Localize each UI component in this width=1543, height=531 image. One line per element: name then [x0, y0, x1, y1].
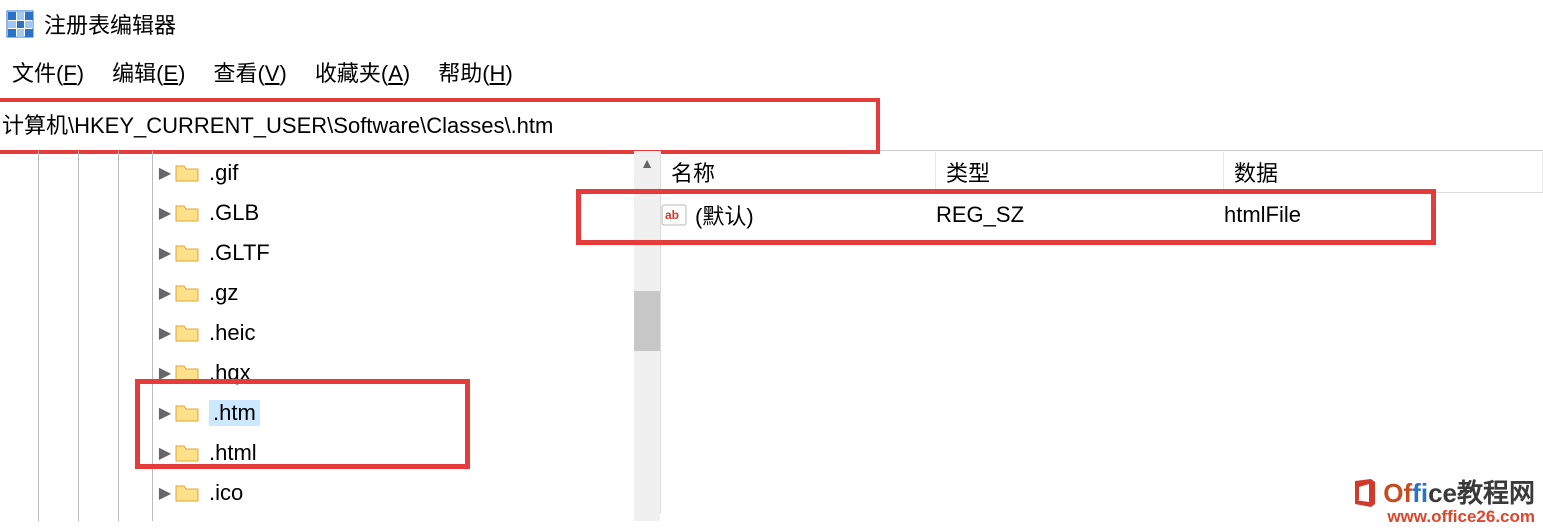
expander-icon[interactable]: ▶	[155, 403, 175, 423]
regedit-icon	[6, 10, 34, 38]
tree-item-gltf[interactable]: ▶ .GLTF	[0, 233, 660, 273]
menu-file[interactable]: 文件(F)	[12, 56, 84, 88]
folder-icon	[175, 163, 199, 183]
menu-view[interactable]: 查看(V)	[213, 56, 286, 88]
indent	[0, 393, 155, 433]
tree-item-html[interactable]: ▶ .html	[0, 433, 660, 473]
col-header-name[interactable]: 名称	[661, 152, 936, 192]
menu-help[interactable]: 帮助(H)	[438, 56, 513, 88]
folder-icon	[175, 403, 199, 423]
tree-label: .html	[209, 440, 257, 466]
titlebar: 注册表编辑器	[0, 0, 1543, 48]
watermark: Office教程网 www.office26.com	[1349, 478, 1535, 527]
tree-item-heic[interactable]: ▶ .heic	[0, 313, 660, 353]
tree-label: .GLTF	[209, 240, 270, 266]
tree-label: .htm	[209, 400, 260, 426]
folder-icon	[175, 243, 199, 263]
expander-icon[interactable]: ▶	[155, 163, 175, 183]
col-header-data[interactable]: 数据	[1224, 152, 1543, 192]
menu-edit[interactable]: 编辑(E)	[112, 56, 185, 88]
indent	[0, 233, 155, 273]
expander-icon[interactable]: ▶	[155, 483, 175, 503]
expander-icon[interactable]: ▶	[155, 243, 175, 263]
folder-icon	[175, 363, 199, 383]
indent	[0, 313, 155, 353]
column-headers: 名称 类型 数据	[661, 151, 1543, 193]
tree-list: ▶ .gif ▶ .GLB ▶ .GLTF ▶ .gz	[0, 151, 660, 513]
tree-label: .ico	[209, 480, 243, 506]
scroll-thumb[interactable]	[634, 291, 660, 351]
value-name: (默认)	[695, 199, 754, 231]
folder-icon	[175, 443, 199, 463]
menubar: 文件(F) 编辑(E) 查看(V) 收藏夹(A) 帮助(H)	[0, 48, 1543, 98]
tree-label: .gif	[209, 160, 238, 186]
expander-icon[interactable]: ▶	[155, 323, 175, 343]
col-header-type[interactable]: 类型	[936, 152, 1224, 192]
values-pane: 名称 类型 数据 ab (默认) REG_SZ htmlFile	[660, 151, 1543, 513]
address-bar[interactable]: 计算机\HKEY_CURRENT_USER\Software\Classes\.…	[0, 98, 880, 154]
tree-item-gz[interactable]: ▶ .gz	[0, 273, 660, 313]
office-logo-icon	[1349, 478, 1379, 508]
expander-icon[interactable]: ▶	[155, 283, 175, 303]
tree-item-gif[interactable]: ▶ .gif	[0, 153, 660, 193]
tree-label: .heic	[209, 320, 255, 346]
value-row[interactable]: ab (默认) REG_SZ htmlFile	[661, 193, 1543, 237]
svg-text:ab: ab	[665, 208, 679, 222]
folder-icon	[175, 323, 199, 343]
indent	[0, 193, 155, 233]
expander-icon[interactable]: ▶	[155, 203, 175, 223]
string-value-icon: ab	[661, 202, 687, 228]
tree-label: .gz	[209, 280, 238, 306]
watermark-url: www.office26.com	[1349, 508, 1535, 527]
indent	[0, 353, 155, 393]
tree-pane: ▶ .gif ▶ .GLB ▶ .GLTF ▶ .gz	[0, 151, 660, 513]
tree-label: .GLB	[209, 200, 259, 226]
tree-item-hqx[interactable]: ▶ .hqx	[0, 353, 660, 393]
folder-icon	[175, 203, 199, 223]
indent	[0, 473, 155, 513]
folder-icon	[175, 483, 199, 503]
indent	[0, 153, 155, 193]
app-title: 注册表编辑器	[44, 8, 176, 40]
content: ▶ .gif ▶ .GLB ▶ .GLTF ▶ .gz	[0, 151, 1543, 513]
tree-item-htm[interactable]: ▶ .htm	[0, 393, 660, 433]
expander-icon[interactable]: ▶	[155, 443, 175, 463]
value-type: REG_SZ	[936, 202, 1224, 228]
address-text: 计算机\HKEY_CURRENT_USER\Software\Classes\.…	[2, 108, 866, 140]
scroll-up-icon[interactable]: ▲	[634, 151, 660, 175]
tree-item-ico[interactable]: ▶ .ico	[0, 473, 660, 513]
tree-scrollbar[interactable]: ▲	[634, 151, 660, 521]
value-data: htmlFile	[1224, 202, 1543, 228]
expander-icon[interactable]: ▶	[155, 363, 175, 383]
folder-icon	[175, 283, 199, 303]
indent	[0, 273, 155, 313]
tree-item-glb[interactable]: ▶ .GLB	[0, 193, 660, 233]
tree-label: .hqx	[209, 360, 251, 386]
indent	[0, 433, 155, 473]
menu-favorites[interactable]: 收藏夹(A)	[315, 56, 410, 88]
